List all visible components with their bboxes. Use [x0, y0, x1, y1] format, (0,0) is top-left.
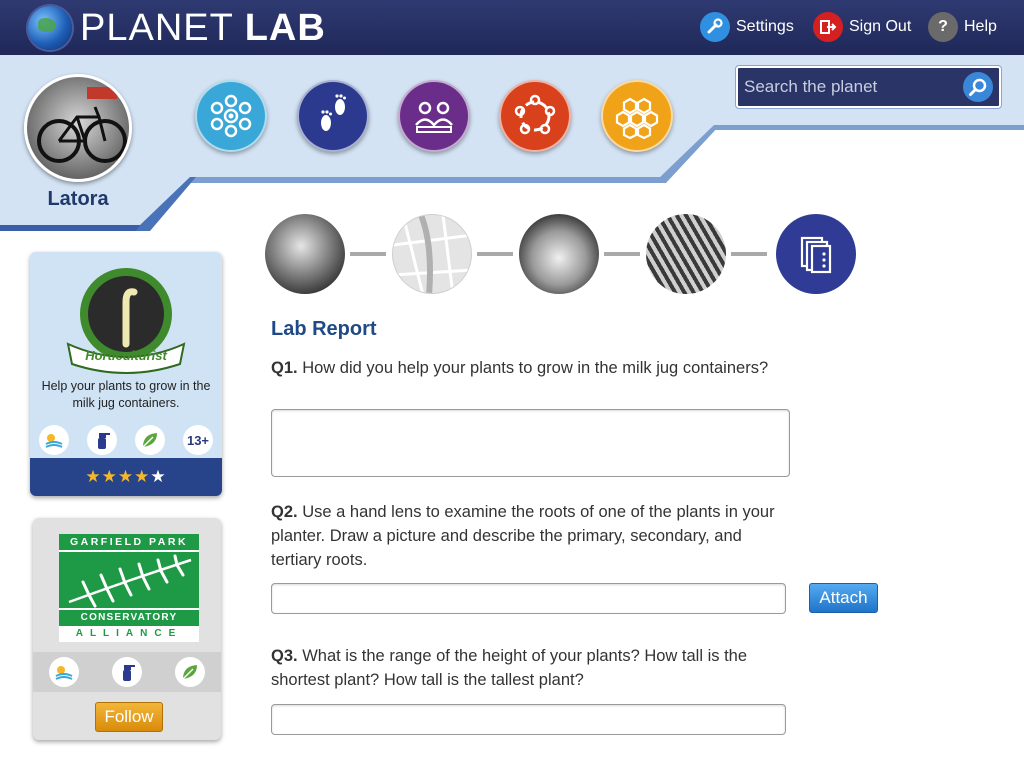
- weather-icon: [49, 657, 80, 687]
- category-footprints[interactable]: [297, 80, 369, 152]
- footprints-icon: [321, 94, 346, 131]
- step-connector: [350, 252, 386, 256]
- user-name: Latora: [47, 188, 109, 210]
- answer-3-field[interactable]: [271, 704, 786, 735]
- molecule-icon: [514, 94, 556, 135]
- planet-lab-page: PLANET LAB Settings Sign Out ? Help Lato…: [0, 0, 1024, 768]
- logo-tail-text: ALLIANCE: [75, 628, 183, 639]
- help-icon: ?: [928, 12, 958, 42]
- wrench-icon: [700, 12, 730, 42]
- question-number: Q1.: [271, 359, 298, 377]
- logo-light-text: PLANET: [80, 7, 234, 49]
- fern-icon: [59, 552, 199, 608]
- leaf-icon: [135, 425, 165, 455]
- spray-bottle-icon: [111, 657, 142, 687]
- question-text: How did you help your plants to grow in …: [302, 359, 769, 377]
- leaf-icon: [174, 657, 205, 687]
- sign-out-label: Sign Out: [849, 18, 912, 35]
- question-2: Q2. Use a hand lens to examine the roots…: [271, 500, 791, 572]
- stars-empty: ★: [150, 467, 167, 486]
- question-text: What is the range of the height of your …: [271, 647, 748, 689]
- category-observe[interactable]: [195, 80, 267, 152]
- logo-top-text: GARFIELD PARK: [59, 534, 199, 550]
- app-logo[interactable]: PLANET LAB: [80, 8, 326, 48]
- category-people[interactable]: [398, 80, 470, 152]
- hexagon-icon: [615, 97, 659, 139]
- badge-label: Horticulturist: [85, 348, 167, 363]
- lab-report-title: Lab Report: [271, 318, 377, 340]
- horticulturist-badge: Horticulturist: [66, 268, 186, 374]
- question-text: Use a hand lens to examine the roots of …: [271, 503, 775, 569]
- garfield-park-logo: GARFIELD PARK CONSERVATORY ALLIANCE: [59, 534, 199, 642]
- category-molecule[interactable]: [499, 80, 571, 152]
- partner-card[interactable]: GARFIELD PARK CONSERVATORY ALLIANCE Foll…: [33, 518, 221, 740]
- observe-icon: [210, 94, 252, 138]
- follow-button[interactable]: Follow: [95, 702, 163, 732]
- partner-tags: [33, 652, 221, 692]
- mission-tags: 13+: [30, 422, 222, 458]
- search-input[interactable]: [744, 74, 954, 100]
- search-icon: [969, 78, 987, 96]
- question-number: Q3.: [271, 647, 298, 665]
- step-seedlings-photo[interactable]: [646, 214, 726, 294]
- help-label: Help: [964, 18, 997, 35]
- attach-button[interactable]: Attach: [809, 583, 878, 613]
- question-3: Q3. What is the range of the height of y…: [271, 644, 791, 692]
- report-pages-icon: [800, 236, 832, 274]
- rating-bar: ★★★★★: [30, 458, 222, 496]
- step-connector: [604, 252, 640, 256]
- settings-link[interactable]: Settings: [700, 12, 794, 42]
- logo-bottom-text: CONSERVATORY: [59, 610, 199, 626]
- settings-label: Settings: [736, 18, 794, 35]
- step-connector: [477, 252, 513, 256]
- age-badge: 13+: [183, 425, 213, 455]
- step-planter-photo[interactable]: [519, 214, 599, 294]
- stars-filled: ★★★★: [85, 467, 151, 486]
- mission-description: Help your plants to grow in the milk jug…: [41, 379, 211, 410]
- sign-out-link[interactable]: Sign Out: [813, 12, 911, 42]
- category-hexagon[interactable]: [601, 80, 673, 152]
- question-number: Q2.: [271, 503, 298, 521]
- sign-out-icon: [813, 12, 843, 42]
- mission-card[interactable]: Horticulturist Help your plants to grow …: [30, 252, 222, 496]
- user-avatar[interactable]: [24, 74, 132, 182]
- search-button[interactable]: [963, 72, 993, 102]
- globe-logo-icon: [28, 6, 72, 50]
- search-box: [736, 66, 1001, 108]
- step-map[interactable]: [392, 214, 472, 294]
- step-seed-photo[interactable]: [265, 214, 345, 294]
- step-connector: [731, 252, 767, 256]
- logo-bold-text: LAB: [244, 7, 326, 49]
- step-lab-report[interactable]: [776, 214, 856, 294]
- map-icon: [393, 215, 471, 293]
- question-1: Q1. How did you help your plants to grow…: [271, 356, 791, 380]
- spray-bottle-icon: [87, 425, 117, 455]
- top-header: PLANET LAB Settings Sign Out ? Help: [0, 0, 1024, 55]
- star-rating: ★★★★★: [85, 467, 166, 487]
- answer-2-field[interactable]: [271, 583, 786, 614]
- people-icon: [415, 101, 453, 133]
- help-link[interactable]: ? Help: [928, 12, 997, 42]
- weather-icon: [39, 425, 69, 455]
- answer-1-field[interactable]: [271, 409, 790, 477]
